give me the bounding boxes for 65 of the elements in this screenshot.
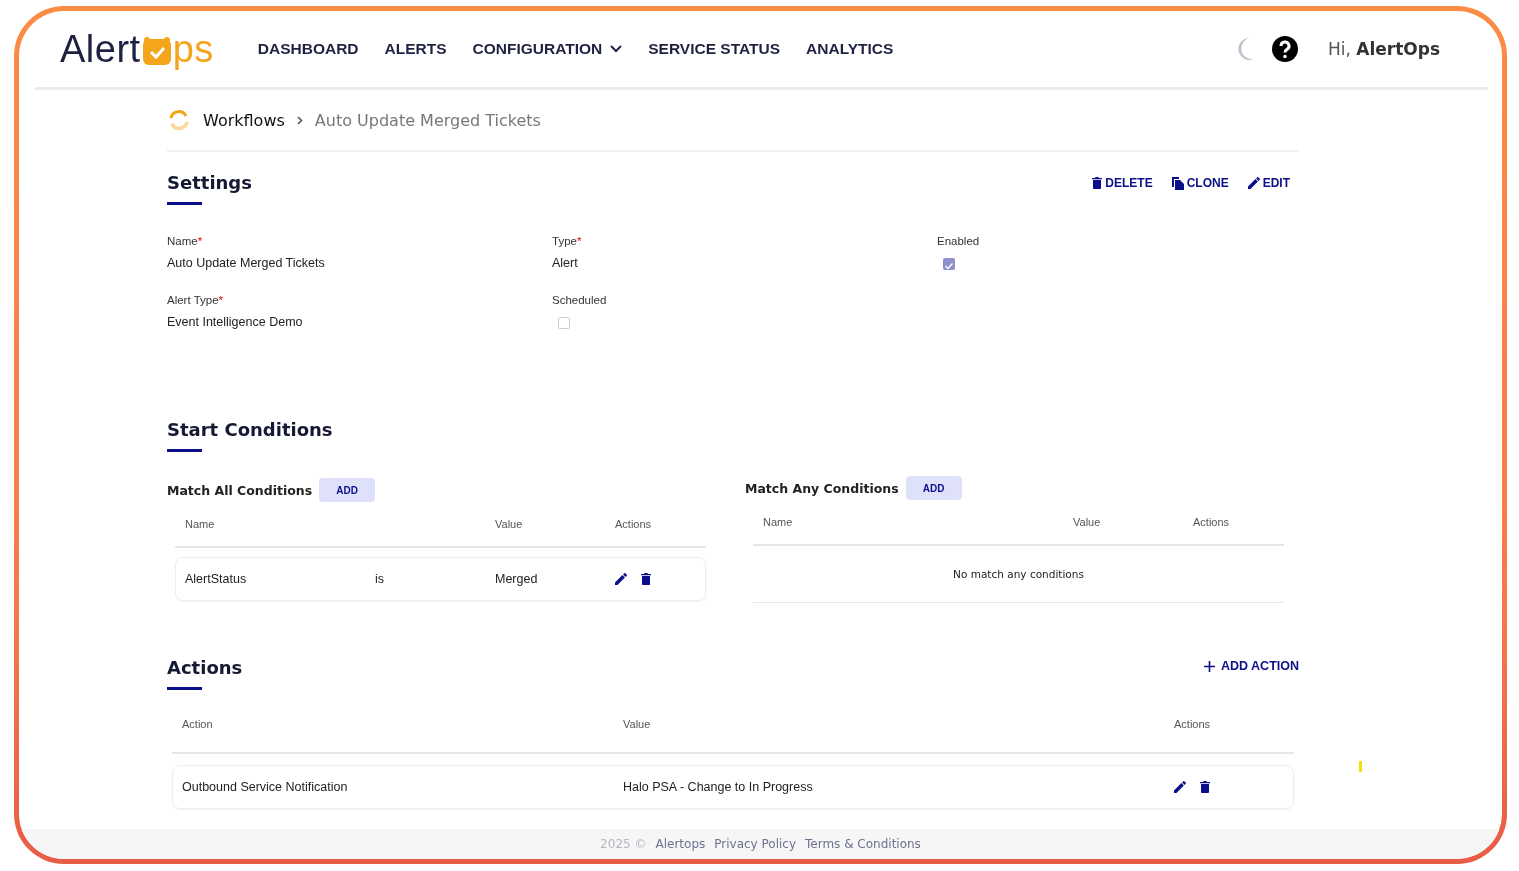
nav-link[interactable]: SERVICE STATUS xyxy=(648,40,781,58)
trash-icon[interactable] xyxy=(1092,177,1103,189)
field-label: Alert Type xyxy=(167,294,219,306)
footer-link[interactable]: Privacy Policy xyxy=(714,837,797,851)
group-title: Match All Conditions xyxy=(167,482,313,498)
table-cell-text: Merged xyxy=(495,572,539,586)
field-label: Name xyxy=(167,235,198,247)
column-header: Value xyxy=(495,518,524,530)
cursor-mark xyxy=(1359,761,1362,772)
field-label: Type xyxy=(552,235,577,247)
checkbox[interactable] xyxy=(943,258,955,270)
field-value: Alert xyxy=(552,256,579,270)
trash-icon[interactable] xyxy=(1200,781,1210,793)
nav-link[interactable]: ANALYTICS xyxy=(806,40,894,58)
column-header: Actions xyxy=(1193,516,1231,528)
checkbox[interactable] xyxy=(558,317,570,329)
pencil-icon[interactable] xyxy=(615,573,627,585)
column-header: Actions xyxy=(1174,718,1212,730)
column-header: Name xyxy=(185,518,216,530)
section-title: Start Conditions xyxy=(167,419,333,442)
logo-text: ps xyxy=(172,27,214,71)
add-action-button[interactable]: ADD ACTION xyxy=(1203,657,1299,673)
breadcrumb-link[interactable]: Workflows xyxy=(203,110,285,130)
section-title: Settings xyxy=(167,172,252,195)
column-header: Actions xyxy=(615,518,653,530)
field-value: Auto Update Merged Tickets xyxy=(167,256,326,270)
user-greeting[interactable]: Hi, AlertOps xyxy=(1327,39,1440,59)
pencil-icon[interactable] xyxy=(1174,781,1186,793)
add-button[interactable]: ADD xyxy=(905,476,962,500)
column-header: Action xyxy=(182,718,214,730)
edit-button[interactable]: EDIT xyxy=(1247,176,1290,190)
required-mark: * xyxy=(197,235,203,247)
table-cell-text: Outbound Service Notification xyxy=(182,780,349,794)
nav-link[interactable]: DASHBOARD xyxy=(257,40,359,58)
table-cell-text: Halo PSA - Change to In Progress xyxy=(623,780,814,794)
delete-button[interactable]: DELETE xyxy=(1092,176,1153,190)
logo-text: Alert xyxy=(60,27,141,71)
nav-link[interactable]: ALERTS xyxy=(384,40,447,58)
section-title: Actions xyxy=(167,657,243,680)
plus-icon xyxy=(1203,660,1215,672)
field-label: Enabled xyxy=(937,235,980,247)
group-title: Match Any Conditions xyxy=(745,480,899,496)
refresh-icon xyxy=(167,109,191,131)
add-button[interactable]: ADD xyxy=(319,478,376,502)
chevron-right-icon xyxy=(296,115,303,125)
copyright-text: 2025 © xyxy=(600,837,647,851)
trash-icon[interactable] xyxy=(641,573,651,585)
required-mark: * xyxy=(218,294,224,306)
footer-link[interactable]: Alertops xyxy=(655,837,706,851)
column-header: Value xyxy=(1073,516,1102,528)
table-cell-text: is xyxy=(375,572,386,586)
help-icon[interactable] xyxy=(1271,36,1298,62)
column-header: Name xyxy=(763,516,794,528)
table-cell-text: AlertStatus xyxy=(185,572,248,586)
pencil-icon[interactable] xyxy=(1247,177,1260,189)
required-mark: * xyxy=(576,235,582,247)
copy-icon[interactable] xyxy=(1171,176,1184,190)
footer-link[interactable]: Terms & Conditions xyxy=(805,837,921,851)
empty-message: No match any conditions xyxy=(753,546,1284,603)
column-header: Value xyxy=(623,718,652,730)
clone-button[interactable]: CLONE xyxy=(1171,176,1229,190)
nav-link[interactable]: CONFIGURATION xyxy=(472,40,603,58)
field-label: Scheduled xyxy=(552,294,607,306)
field-value: Event Intelligence Demo xyxy=(167,315,304,329)
clock-icon xyxy=(141,35,172,66)
